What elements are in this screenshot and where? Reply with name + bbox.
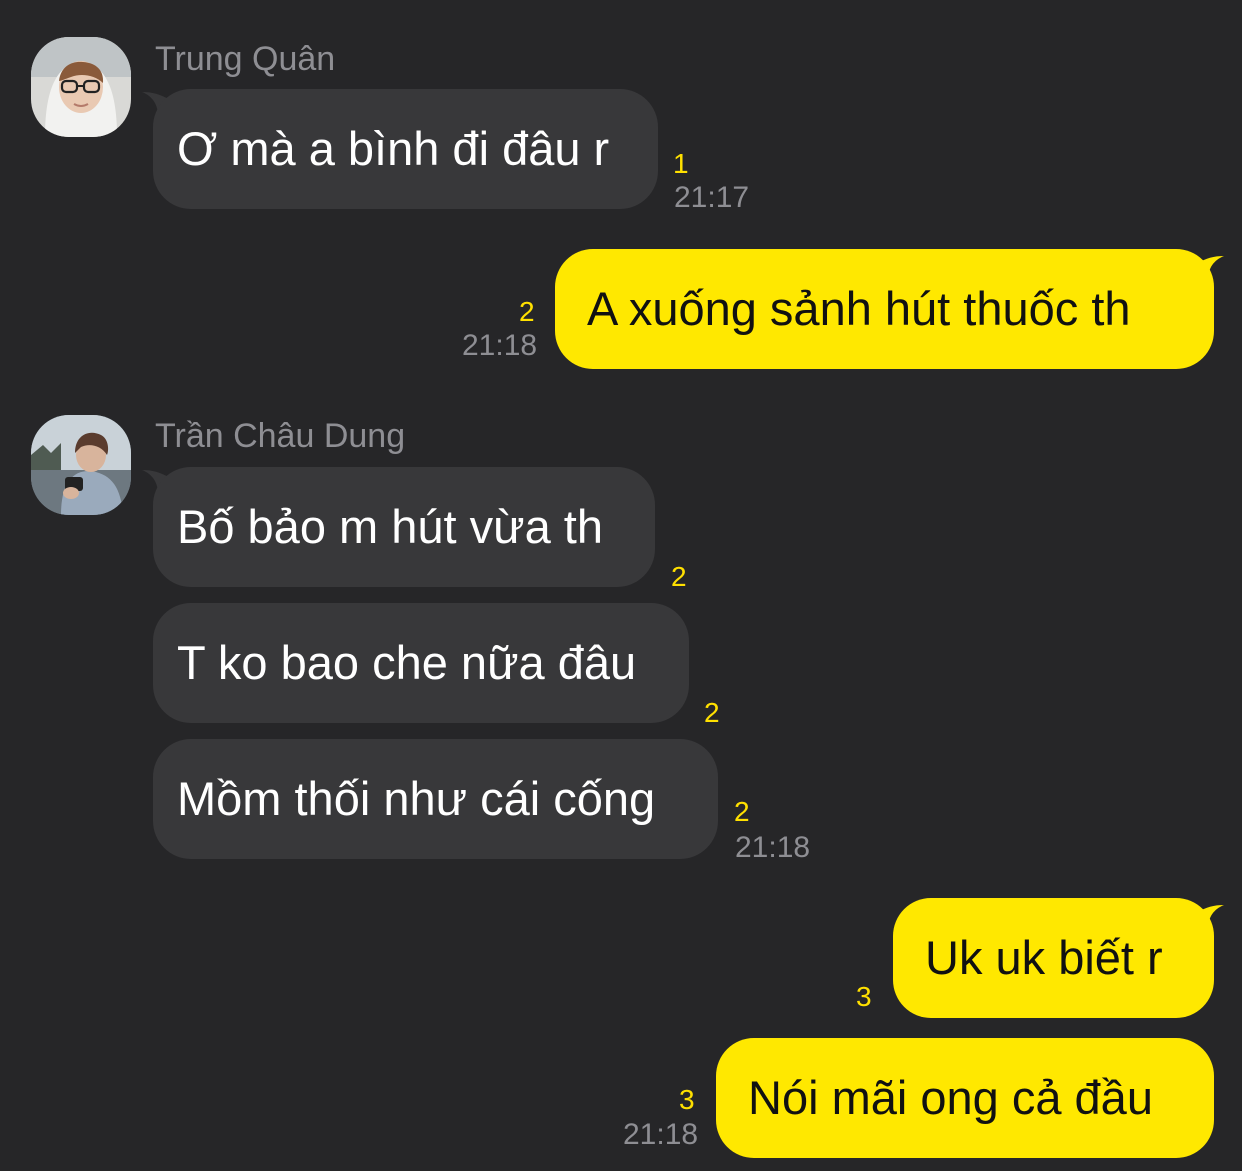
bubble-tail-icon <box>1196 901 1224 929</box>
message-bubble-outgoing[interactable]: Nói mãi ong cả đầu <box>716 1038 1214 1158</box>
message-text: Nói mãi ong cả đầu <box>748 1071 1153 1124</box>
avatar-tran-chau-dung[interactable] <box>31 415 131 515</box>
unread-count: 2 <box>734 796 750 827</box>
message-text: Mồm thối như cái cống <box>177 772 656 825</box>
message-time: 21:18 <box>462 329 538 362</box>
bubble-tail-icon <box>1196 252 1224 280</box>
message-bubble-outgoing[interactable]: Uk uk biết r <box>893 898 1214 1018</box>
message-time: 21:18 <box>735 831 811 864</box>
unread-count: 1 <box>673 148 689 179</box>
message-text: A xuống sảnh hút thuốc th <box>587 282 1131 335</box>
unread-count: 3 <box>679 1084 695 1115</box>
message-time: 21:17 <box>674 181 750 214</box>
unread-count: 2 <box>671 561 687 592</box>
unread-count: 3 <box>856 981 872 1012</box>
message-text: Uk uk biết r <box>925 931 1163 984</box>
message-text: T ko bao che nữa đâu <box>177 636 637 689</box>
message-time: 21:18 <box>623 1118 699 1151</box>
message-text: Ơ mà a bình đi đâu r <box>177 122 610 175</box>
sender-name: Trần Châu Dung <box>155 417 406 455</box>
unread-count: 2 <box>519 296 535 327</box>
sender-name: Trung Quân <box>155 40 336 78</box>
message-bubble-incoming[interactable]: Ơ mà a bình đi đâu r <box>153 89 658 209</box>
message-bubble-incoming[interactable]: T ko bao che nữa đâu <box>153 603 689 723</box>
avatar-trung-quan[interactable] <box>31 37 131 137</box>
message-bubble-incoming[interactable]: Bố bảo m hút vừa th <box>153 467 655 587</box>
message-text: Bố bảo m hút vừa th <box>177 500 603 553</box>
chat-thread: Trung Quân Ơ mà a bình đi đâu r 1 21:17 … <box>0 0 1242 1171</box>
message-bubble-incoming[interactable]: Mồm thối như cái cống <box>153 739 718 859</box>
unread-count: 2 <box>704 697 720 728</box>
message-bubble-outgoing[interactable]: A xuống sảnh hút thuốc th <box>555 249 1214 369</box>
